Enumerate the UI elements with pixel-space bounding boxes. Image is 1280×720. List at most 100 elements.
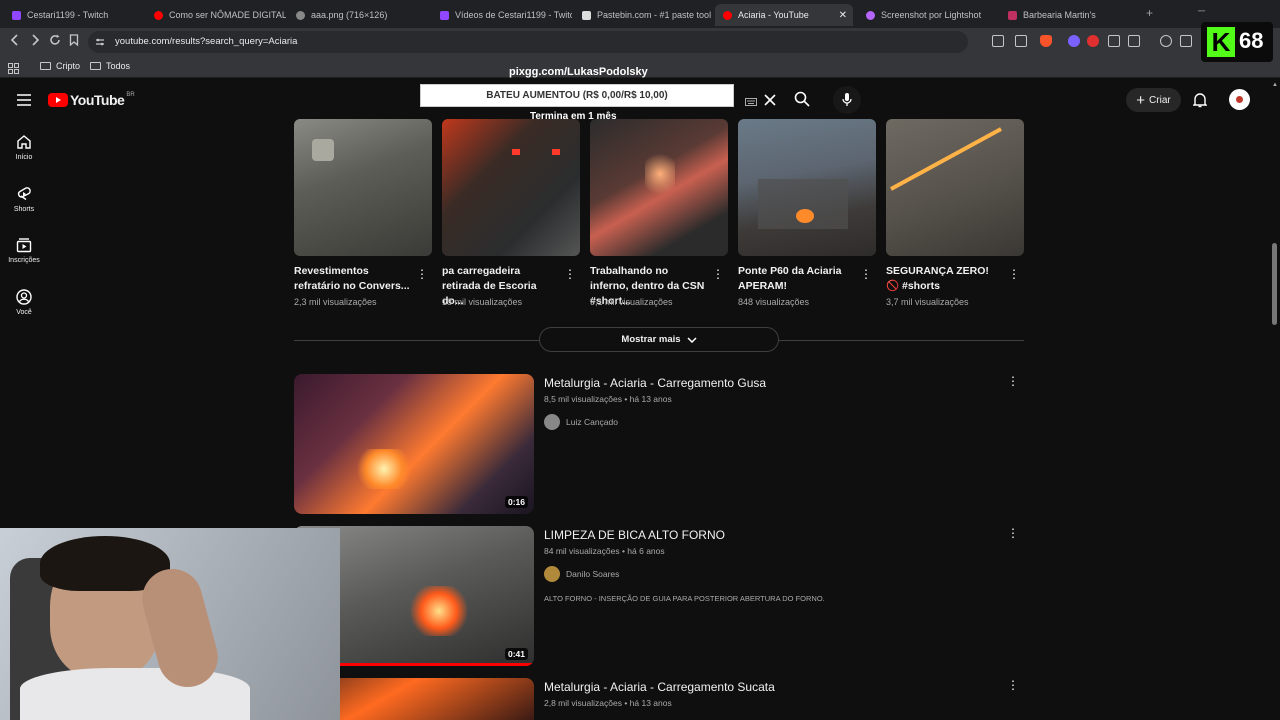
video-duration: 0:41 [504, 648, 528, 660]
browser-tab[interactable]: Vídeos de Cestari1199 - Twitch [432, 4, 572, 26]
tab-title: Cestari1199 - Twitch [27, 10, 109, 20]
watch-progress-bar [340, 663, 534, 666]
video-meta: 8,5 mil visualizações • há 13 anos [544, 394, 672, 404]
channel-link[interactable]: Danilo Soares [544, 566, 619, 582]
show-more-button[interactable]: Mostrar mais [539, 327, 779, 352]
channel-avatar [544, 566, 560, 582]
browser-tab[interactable]: Screenshot por Lightshot [858, 4, 998, 26]
short-thumbnail[interactable] [738, 119, 876, 256]
sidebar-label: Início [15, 154, 33, 161]
url-text[interactable]: youtube.com/results?search_query=Aciaria [115, 36, 297, 47]
folder-icon [90, 62, 101, 70]
youtube-play-icon [48, 93, 68, 107]
overlay-username: pixgg.com/LukasPodolsky [509, 66, 648, 78]
keyboard-icon[interactable] [745, 94, 757, 112]
notifications-icon[interactable] [1192, 92, 1208, 113]
browser-tab[interactable]: Como ser NÔMADE DIGITAL e [146, 4, 286, 26]
shorts-icon [17, 187, 31, 201]
tab-title: Barbearia Martin's [1023, 10, 1096, 20]
short-views: 9,1 mil visualizações [590, 297, 673, 307]
clear-search-icon[interactable] [764, 93, 776, 111]
bookmark-label: Cripto [56, 61, 81, 71]
site-settings-icon[interactable] [95, 36, 105, 50]
more-options-icon[interactable]: ⋮ [1007, 526, 1019, 540]
webcam-overlay [0, 528, 340, 720]
youtube-logo[interactable]: YouTube BR [48, 92, 135, 108]
bookmark-folder-todos[interactable]: Todos [90, 61, 130, 71]
create-button[interactable]: + Criar [1126, 88, 1181, 112]
short-thumbnail[interactable] [442, 119, 580, 256]
short-views: 18 mil visualizações [442, 297, 523, 307]
share-icon[interactable] [1015, 35, 1027, 47]
video-title[interactable]: Metalurgia - Aciaria - Carregamento Suca… [544, 680, 775, 694]
forward-icon[interactable] [30, 34, 40, 49]
short-thumbnail[interactable] [294, 119, 432, 256]
microphone-icon [842, 93, 852, 106]
bookmark-icon[interactable] [69, 34, 79, 49]
short-title[interactable]: Ponte P60 da Aciaria APERAM! [738, 264, 856, 294]
home-icon [17, 135, 31, 149]
sidebar-toggle-icon[interactable] [1180, 35, 1192, 47]
more-options-icon[interactable]: ⋮ [1007, 374, 1019, 388]
screenshot-icon[interactable] [1128, 35, 1140, 47]
logo-country: BR [126, 92, 135, 98]
browser-tab[interactable]: Barbearia Martin's [1000, 4, 1140, 26]
browser-tab-active[interactable]: Aciaria - YouTube ✕ [715, 4, 853, 26]
more-options-icon[interactable]: ⋮ [712, 268, 724, 280]
sidebar-label: Você [16, 309, 32, 316]
tab-title: Vídeos de Cestari1199 - Twitch [455, 10, 572, 20]
extension-icon[interactable] [1068, 35, 1080, 47]
account-avatar[interactable] [1229, 89, 1250, 110]
pastebin-icon [582, 10, 591, 20]
scroll-up-icon[interactable]: ▲ [1272, 82, 1280, 92]
voice-search-button[interactable] [833, 86, 861, 114]
video-title[interactable]: Metalurgia - Aciaria - Carregamento Gusa [544, 376, 766, 390]
tab-title: aaa.png (716×126) [311, 10, 388, 20]
sidebar-item-home[interactable]: Início [0, 134, 48, 161]
browser-tab[interactable]: Cestari1199 - Twitch [4, 4, 144, 26]
short-thumbnail[interactable] [590, 119, 728, 256]
puzzle-icon[interactable] [1108, 35, 1120, 47]
twitch-icon [440, 10, 449, 20]
more-options-icon[interactable]: ⋮ [1008, 268, 1020, 280]
close-tab-icon[interactable]: ✕ [839, 10, 847, 21]
extension-icon[interactable] [1087, 35, 1099, 47]
menu-icon[interactable] [17, 93, 31, 111]
more-options-icon[interactable]: ⋮ [860, 268, 872, 280]
logo-text: YouTube [70, 92, 125, 108]
more-options-icon[interactable]: ⋮ [416, 268, 428, 280]
short-title[interactable]: SEGURANÇA ZERO! 🚫 #shorts [886, 264, 1004, 294]
browser-tab[interactable]: aaa.png (716×126) [288, 4, 428, 26]
tab-title: Como ser NÔMADE DIGITAL e [169, 10, 286, 20]
media-icon[interactable] [1160, 35, 1172, 47]
brave-icon[interactable] [1040, 35, 1052, 47]
back-icon[interactable] [10, 34, 20, 49]
sidebar-item-subscriptions[interactable]: Inscrições [0, 237, 48, 264]
scrollbar-thumb[interactable] [1272, 243, 1277, 325]
video-title[interactable]: LIMPEZA DE BICA ALTO FORNO [544, 528, 725, 542]
video-description: ALTO FORNO - INSERÇÃO DE GUIA PARA POSTE… [544, 594, 825, 603]
more-options-icon[interactable]: ⋮ [1007, 678, 1019, 692]
minimize-icon[interactable]: ─ [1198, 6, 1205, 17]
video-thumbnail[interactable]: 0:16 [294, 374, 534, 514]
sidebar-item-shorts[interactable]: Shorts [0, 186, 48, 213]
viewer-count: 68 [1239, 28, 1264, 53]
video-views: 2,8 mil visualizações [544, 698, 622, 708]
browser-tab[interactable]: Pastebin.com - #1 paste tool s [574, 4, 712, 26]
short-thumbnail[interactable] [886, 119, 1024, 256]
show-more-label: Mostrar mais [621, 334, 681, 345]
channel-link[interactable]: Luiz Cançado [544, 414, 618, 430]
sidebar-item-you[interactable]: Você [0, 289, 48, 316]
more-options-icon[interactable]: ⋮ [564, 268, 576, 280]
cast-icon[interactable] [992, 35, 1004, 47]
new-tab-icon[interactable]: + [1146, 6, 1153, 20]
kick-viewer-badge: K 68 [1201, 22, 1273, 62]
create-label: Criar [1149, 94, 1171, 106]
short-title[interactable]: Revestimentos refratário no Convers... [294, 264, 412, 294]
reload-icon[interactable] [49, 34, 61, 49]
search-icon[interactable] [794, 91, 810, 112]
bookmark-folder-cripto[interactable]: Cripto [40, 61, 80, 71]
apps-grid-icon[interactable] [8, 61, 19, 79]
sidebar-label: Shorts [13, 206, 35, 213]
globe-icon [296, 10, 305, 20]
